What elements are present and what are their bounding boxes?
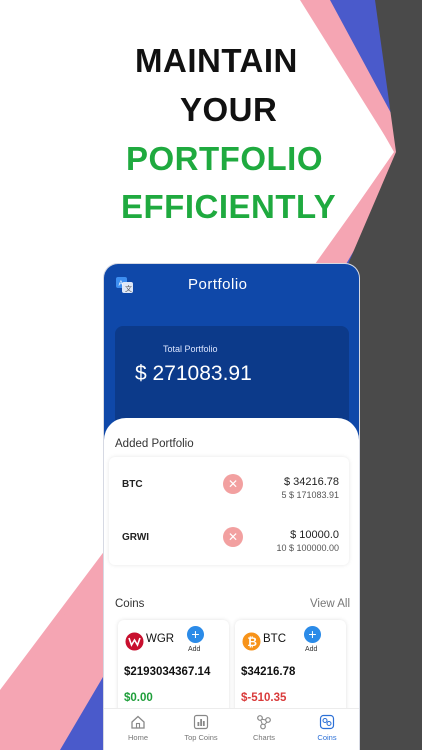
add-label: Add bbox=[188, 646, 201, 653]
coins-icon bbox=[319, 714, 335, 730]
nav-coins[interactable]: Coins bbox=[297, 714, 357, 742]
plus-icon: + bbox=[191, 626, 200, 642]
nav-home-label: Home bbox=[127, 733, 148, 742]
phone-screen: A 文 Portfolio Total Portfolio $ 271083.9… bbox=[104, 264, 359, 750]
view-all-link[interactable]: View All bbox=[310, 598, 350, 610]
portfolio-row[interactable]: BTC ✕ $ 34216.78 5 $ 171083.91 bbox=[109, 457, 349, 509]
close-icon: ✕ bbox=[227, 530, 239, 544]
coin-price: $34216.78 bbox=[241, 666, 296, 678]
portfolio-price: $ 10000.0 bbox=[290, 529, 339, 541]
svg-text:₿: ₿ bbox=[247, 635, 257, 649]
svg-text:文: 文 bbox=[125, 284, 132, 293]
portfolio-symbol: BTC bbox=[122, 479, 143, 490]
headline-line-1: MAINTAIN bbox=[135, 42, 298, 79]
nav-charts[interactable]: Charts bbox=[234, 714, 294, 742]
headline-line-4: EFFICIENTLY bbox=[121, 188, 337, 225]
remove-portfolio-button[interactable]: ✕ bbox=[223, 474, 243, 494]
nav-coins-label: Coins bbox=[317, 733, 337, 742]
remove-portfolio-button[interactable]: ✕ bbox=[223, 527, 243, 547]
headline-line-3: PORTFOLIO bbox=[126, 140, 323, 177]
coins-section-title: Coins bbox=[115, 598, 145, 610]
portfolio-row[interactable]: GRWI ✕ $ 10000.0 10 $ 100000.00 bbox=[109, 510, 349, 562]
svg-text:A: A bbox=[119, 280, 124, 288]
coin-change: $-510.35 bbox=[241, 692, 287, 704]
portfolio-holding: 5 $ 171083.91 bbox=[281, 490, 339, 500]
added-portfolio-title: Added Portfolio bbox=[115, 438, 194, 450]
total-portfolio-value: $ 271083.91 bbox=[135, 362, 252, 385]
wgr-logo-icon bbox=[125, 632, 144, 651]
nav-top-coins[interactable]: Top Coins bbox=[171, 714, 231, 742]
network-chart-icon bbox=[257, 715, 271, 730]
headline-line-2: YOUR bbox=[180, 91, 278, 128]
coin-card-btc[interactable]: ₿ BTC + Add $34216.78 $-510.35 bbox=[235, 620, 346, 720]
add-coin-button[interactable]: + bbox=[304, 626, 321, 643]
coin-card-wgr[interactable]: WGR + Add $2193034367.14 $0.00 bbox=[118, 620, 229, 720]
close-icon: ✕ bbox=[227, 477, 239, 491]
coin-name: WGR bbox=[146, 633, 175, 645]
nav-charts-label: Charts bbox=[252, 733, 276, 742]
portfolio-holding: 10 $ 100000.00 bbox=[276, 543, 339, 553]
nav-top-coins-label: Top Coins bbox=[184, 733, 218, 742]
coin-price: $2193034367.14 bbox=[124, 666, 211, 678]
total-portfolio-label: Total Portfolio bbox=[163, 344, 218, 354]
page-title: Portfolio bbox=[188, 276, 248, 293]
home-icon bbox=[131, 715, 145, 729]
portfolio-symbol: GRWI bbox=[122, 532, 150, 543]
plus-icon: + bbox=[308, 626, 317, 642]
bitcoin-logo-icon: ₿ bbox=[242, 632, 261, 651]
translate-icon[interactable]: A 文 bbox=[116, 277, 134, 293]
nav-home[interactable]: Home bbox=[108, 714, 168, 742]
add-coin-button[interactable]: + bbox=[187, 626, 204, 643]
add-label: Add bbox=[305, 646, 318, 653]
bar-chart-icon bbox=[193, 714, 209, 730]
bottom-navigation: Home Top Coins Charts Coins bbox=[104, 708, 359, 750]
coin-name: BTC bbox=[263, 633, 286, 645]
coin-change: $0.00 bbox=[124, 692, 153, 704]
portfolio-price: $ 34216.78 bbox=[283, 476, 339, 488]
added-portfolio-list: BTC ✕ $ 34216.78 5 $ 171083.91 GRWI ✕ $ … bbox=[109, 457, 349, 565]
